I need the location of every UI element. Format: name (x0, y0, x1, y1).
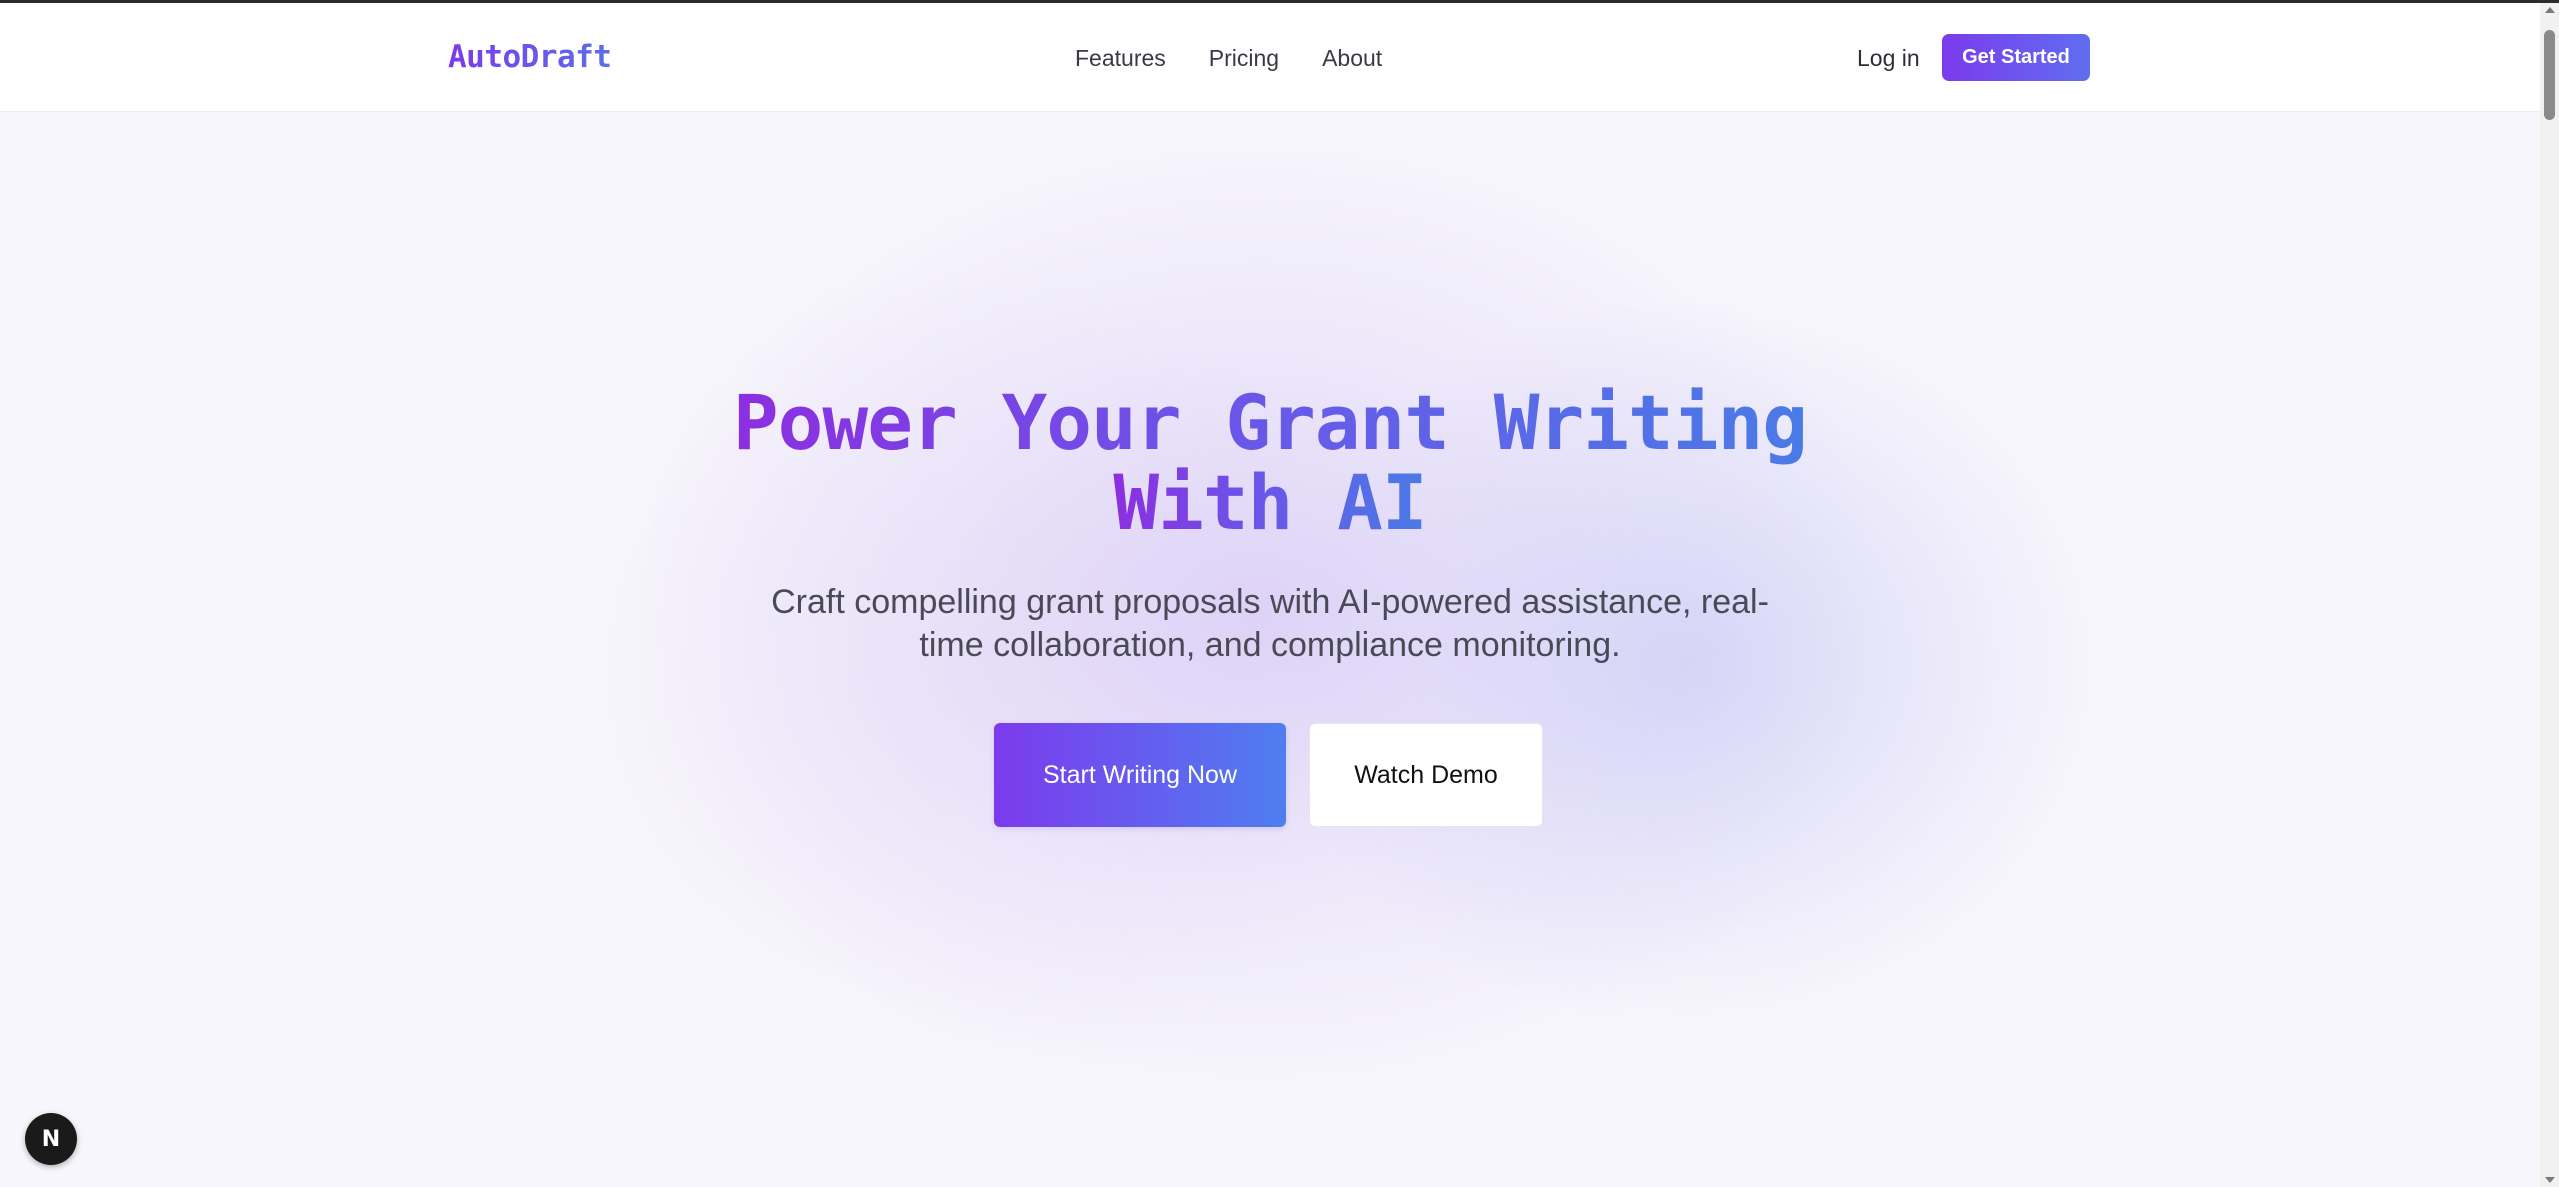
hero-title-line-1: Power Your Grant Writing (732, 378, 1808, 467)
hero-title: Power Your Grant Writing With AI (0, 383, 2540, 543)
browser-viewport: AutoDraft Features Pricing About Log in … (0, 0, 2559, 1187)
start-writing-button[interactable]: Start Writing Now (994, 723, 1286, 827)
landing-page: AutoDraft Features Pricing About Log in … (0, 3, 2540, 1187)
main-nav: Features Pricing About (1075, 45, 1382, 72)
hero-subtitle-line-1: Craft compelling grant proposals with AI… (771, 583, 1769, 621)
scroll-up-arrow-icon[interactable] (2545, 7, 2555, 13)
watch-demo-button[interactable]: Watch Demo (1309, 723, 1543, 827)
login-link[interactable]: Log in (1857, 45, 1920, 72)
get-started-button[interactable]: Get Started (1942, 34, 2090, 81)
top-navbar: AutoDraft Features Pricing About Log in … (0, 3, 2540, 112)
hero-subtitle-line-2: time collaboration, and compliance monit… (919, 626, 1621, 664)
vertical-scrollbar[interactable] (2540, 3, 2559, 1187)
hero-title-line-2: With AI (1113, 458, 1427, 547)
brand-logo[interactable]: AutoDraft (448, 39, 612, 75)
dev-badge-glyph: N (41, 1126, 61, 1152)
hero-subtitle: Craft compelling grant proposals with AI… (740, 581, 1800, 667)
nav-link-about[interactable]: About (1322, 45, 1382, 72)
nextjs-dev-indicator-icon[interactable]: N (25, 1113, 77, 1165)
nav-link-pricing[interactable]: Pricing (1209, 45, 1279, 72)
scrollbar-thumb[interactable] (2544, 30, 2555, 120)
scroll-down-arrow-icon[interactable] (2545, 1177, 2555, 1183)
nav-link-features[interactable]: Features (1075, 45, 1166, 72)
